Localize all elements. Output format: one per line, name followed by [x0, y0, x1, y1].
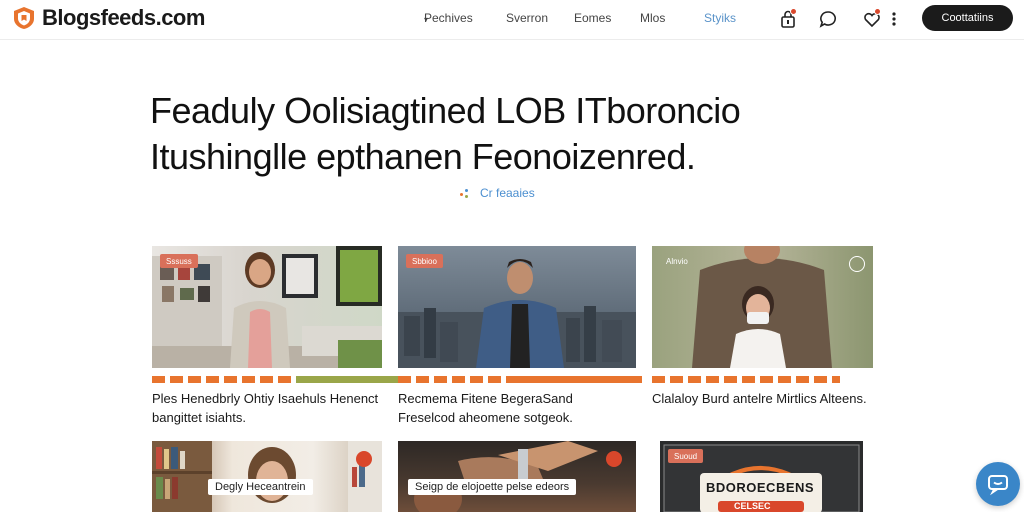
card-thumbnail[interactable]: Sssuss: [152, 246, 382, 368]
notification-dot: [790, 8, 797, 15]
site-logo[interactable]: Blogsfeeds.com: [12, 5, 205, 31]
card-thumbnail[interactable]: Suoud BDOROECBENS CELSEC: [660, 441, 863, 512]
brand-name: Blogsfeeds.com: [42, 5, 205, 30]
chat-icon: [988, 475, 1008, 496]
card-title[interactable]: Recmema Fitene BegeraSand Freselcod aheo…: [398, 389, 630, 427]
bookmark-icon[interactable]: [606, 451, 622, 467]
hands-closeup-image: [414, 441, 598, 512]
page-title: Feaduly Oolisiagtined LOB ITboroncio Itu…: [150, 88, 890, 180]
card-title[interactable]: Clalaloy Burd antelre Mirtlics Alteens.: [652, 389, 873, 408]
card-thumbnail[interactable]: Degly Heceantrein: [152, 441, 382, 512]
notification-dot: [874, 8, 881, 15]
site-header: Blogsfeeds.com Pechives ▾ Sverron Eomes …: [0, 0, 1024, 40]
sign-text: BDOROECBENS: [706, 480, 815, 495]
chat-bubble-icon[interactable]: [818, 9, 838, 29]
nav-item-sverron[interactable]: Sverron: [506, 11, 548, 25]
card-accent-bar: [152, 376, 399, 383]
cta-button[interactable]: Coottatiins: [922, 5, 1013, 31]
card-tag[interactable]: Suoud: [668, 449, 704, 463]
title-line-2: Itushinglle epthanen Feonoizenred.: [150, 136, 696, 177]
dots-icon: [460, 188, 472, 198]
card-tag[interactable]: Sssuss: [160, 254, 198, 268]
bookshelf-portrait-image: [152, 441, 382, 512]
filter-label: Cr feaaies: [480, 186, 535, 200]
card-tag[interactable]: Alnvio: [660, 254, 694, 268]
nav-item-mlos[interactable]: Mlos: [640, 11, 665, 25]
card-accent-bar: [398, 376, 642, 383]
card-title[interactable]: Ples Henedbrly Ohtiy Isaehuls Henenct ba…: [152, 389, 384, 427]
card-tag[interactable]: Sbbioo: [406, 254, 443, 268]
nav-item-pechives[interactable]: Pechives ▾: [424, 11, 473, 25]
card-thumbnail[interactable]: Alnvio: [652, 246, 873, 368]
card-thumbnail[interactable]: Sbbioo: [398, 246, 636, 368]
sign-subtext: CELSEC: [734, 501, 771, 511]
logo-shield-icon: [14, 7, 34, 29]
more-vertical-icon[interactable]: [884, 9, 904, 29]
chat-fab-button[interactable]: [976, 462, 1020, 506]
card-accent-bar: [652, 376, 840, 383]
bookmark-icon[interactable]: [356, 451, 372, 467]
card-thumbnail[interactable]: Seigp de elojoette pelse edeors: [398, 441, 636, 512]
nav-item-eomes[interactable]: Eomes: [574, 11, 611, 25]
filter-link[interactable]: Cr feaaies: [460, 186, 535, 200]
nav-item-styiks[interactable]: Styiks: [704, 11, 736, 25]
card-overlay-label: Seigp de elojoette pelse edeors: [408, 479, 577, 495]
close-icon[interactable]: [849, 256, 865, 272]
title-line-1: Feaduly Oolisiagtined LOB ITboroncio: [150, 90, 741, 131]
card-overlay-label: Degly Heceantrein: [208, 479, 313, 495]
